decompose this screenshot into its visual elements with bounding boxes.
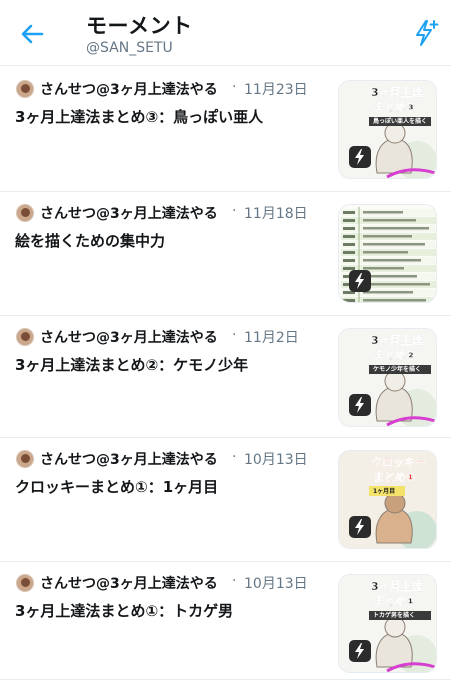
- thumbnail-text: ケモノ少年を描く: [373, 365, 421, 373]
- moment-date: 11月23日: [244, 82, 308, 98]
- thumbnail-text: 1ヶ月目: [373, 487, 395, 495]
- separator-dot: ·: [232, 449, 237, 465]
- author-name: さんせつ@3ヶ月上達法やる: [40, 576, 218, 592]
- moment-title[interactable]: 3ヶ月上達法まとめ①：トカゲ男: [15, 600, 233, 621]
- moment-date: 11月18日: [244, 206, 308, 222]
- avatar: [16, 204, 34, 222]
- moment-date: 11月2日: [244, 330, 299, 346]
- avatar: [16, 328, 34, 346]
- lightning-plus-icon: [416, 20, 439, 46]
- back-button[interactable]: [16, 20, 50, 48]
- moment-title[interactable]: 3ヶ月上達法まとめ③：鳥っぽい亜人: [15, 106, 263, 127]
- lightning-icon: [349, 640, 371, 662]
- lightning-icon: [349, 394, 371, 416]
- moment-item[interactable]: さんせつ@3ヶ月上達法やる · 10月13日 3ヶ月上達法まとめ①：トカゲ男 3ヶ月上達…: [0, 562, 451, 680]
- separator-dot: ·: [232, 327, 237, 343]
- moment-thumbnail[interactable]: [338, 204, 437, 303]
- moment-item[interactable]: さんせつ@3ヶ月上達法やる · 11月18日絵を描くための集中力: [0, 192, 451, 316]
- thumbnail-text: クロッキー: [371, 456, 426, 469]
- thumbnail-text: まとめ③: [373, 101, 415, 114]
- moment-date: 10月13日: [244, 576, 308, 592]
- thumbnail-text: 3ヶ月上達: [371, 333, 423, 347]
- moment-title[interactable]: クロッキーまとめ①：1ヶ月目: [15, 476, 218, 497]
- moment-thumbnail[interactable]: クロッキーまとめ① 1ヶ月目: [338, 450, 437, 549]
- thumbnail-text: まとめ①: [373, 471, 415, 484]
- moment-thumbnail[interactable]: 3ヶ月上達まとめ② ケモノ少年を描く: [338, 328, 437, 427]
- moment-thumbnail[interactable]: 3ヶ月上達まとめ③ 鳥っぽい亜人を描く: [338, 80, 437, 179]
- lightning-icon: [349, 146, 371, 168]
- thumbnail-text: 3ヶ月上達: [371, 85, 423, 99]
- moment-date: 10月13日: [244, 452, 308, 468]
- avatar: [16, 574, 34, 592]
- author-name: さんせつ@3ヶ月上達法やる: [40, 82, 218, 98]
- avatar: [16, 80, 34, 98]
- separator-dot: ·: [232, 573, 237, 589]
- thumbnail-text: 3ヶ月上達: [371, 579, 423, 593]
- moment-item[interactable]: さんせつ@3ヶ月上達法やる · 11月23日 3ヶ月上達法まとめ③：鳥っぽい亜人 3ヶ月…: [0, 68, 451, 192]
- separator-dot: ·: [232, 79, 237, 95]
- thumbnail-text: まとめ①: [373, 595, 415, 608]
- thumbnail-text: トカゲ男を描く: [373, 611, 415, 619]
- moment-thumbnail[interactable]: 3ヶ月上達まとめ① トカゲ男を描く: [338, 574, 437, 673]
- author-name: さんせつ@3ヶ月上達法やる: [40, 206, 218, 222]
- arrow-left-icon: [21, 24, 44, 44]
- moment-item[interactable]: さんせつ@3ヶ月上達法やる · 11月2日 3ヶ月上達法まとめ②：ケモノ少年 3ヶ月上達…: [0, 316, 451, 438]
- user-handle: @SAN_SETU: [86, 40, 173, 56]
- thumbnail-text: まとめ②: [373, 349, 415, 362]
- top-bar: モーメント @SAN_SETU: [0, 0, 451, 66]
- separator-dot: ·: [232, 203, 237, 219]
- moment-title[interactable]: 絵を描くための集中力: [15, 230, 165, 251]
- page-title: モーメント: [86, 14, 193, 38]
- create-moment-button[interactable]: [412, 18, 440, 48]
- moment-item[interactable]: さんせつ@3ヶ月上達法やる · 10月13日クロッキーまとめ①：1ヶ月目 クロッキーま…: [0, 438, 451, 562]
- author-name: さんせつ@3ヶ月上達法やる: [40, 330, 218, 346]
- lightning-icon: [349, 516, 371, 538]
- author-name: さんせつ@3ヶ月上達法やる: [40, 452, 218, 468]
- avatar: [16, 450, 34, 468]
- moment-title[interactable]: 3ヶ月上達法まとめ②：ケモノ少年: [15, 354, 248, 375]
- thumbnail-text: 鳥っぽい亜人を描く: [373, 117, 427, 125]
- lightning-icon: [349, 270, 371, 292]
